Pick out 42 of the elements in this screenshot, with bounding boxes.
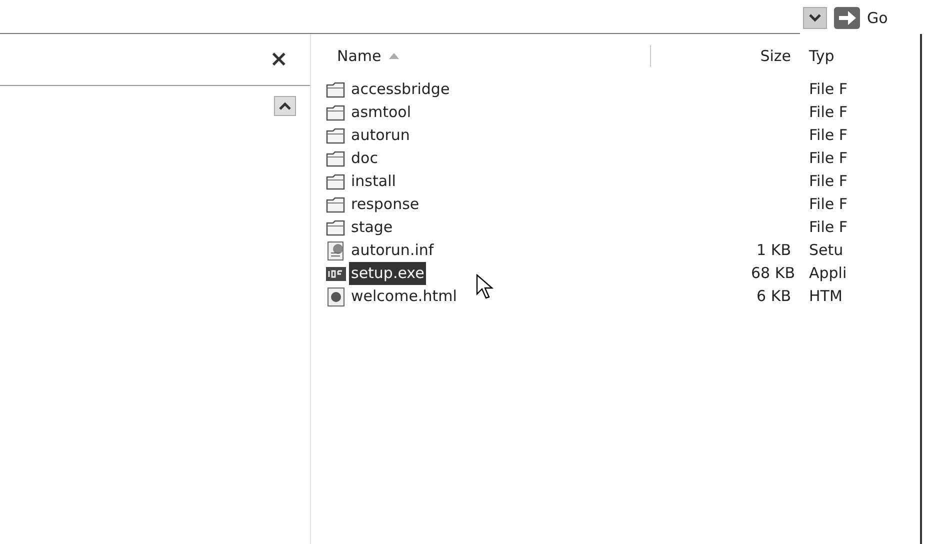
file-name[interactable]: setup.exe: [349, 262, 426, 285]
file-type: File F: [809, 80, 848, 98]
sort-arrow-icon: [389, 53, 400, 59]
scroll-up-button[interactable]: [274, 96, 296, 116]
close-button[interactable]: ×: [268, 48, 290, 70]
mouse-pointer-icon: [476, 274, 494, 300]
column-header[interactable]: Typ: [809, 46, 834, 65]
folder-icon: [325, 126, 347, 146]
folder-icon: [325, 102, 347, 122]
column-header[interactable]: Size: [760, 46, 791, 65]
file-type: File F: [809, 103, 848, 122]
file-name[interactable]: welcome.html: [349, 285, 459, 308]
file-name[interactable]: doc: [349, 147, 380, 170]
file-name[interactable]: stage: [349, 216, 395, 239]
caret-icon: [809, 13, 821, 23]
file-name[interactable]: response: [349, 193, 422, 216]
file-name[interactable]: autorun.inf: [349, 239, 436, 262]
folder-icon: [325, 172, 347, 192]
file-size: 6 KB: [756, 287, 791, 306]
file-type: HTM: [809, 287, 842, 306]
folder-icon: [325, 218, 347, 238]
folder-icon: [325, 194, 347, 214]
folder-icon: [325, 80, 347, 100]
file-name[interactable]: install: [349, 170, 398, 193]
file-type: File F: [809, 172, 848, 190]
file-name[interactable]: accessbridge: [349, 78, 452, 101]
go-label[interactable]: Go: [867, 6, 888, 30]
file-type: File F: [809, 195, 848, 214]
file-type: Appli: [809, 264, 847, 282]
caret-icon: [279, 101, 291, 111]
file-size: 68 KB: [751, 264, 795, 282]
column-header[interactable]: Name: [337, 44, 382, 68]
folder-icon: [325, 148, 347, 168]
file-type: File F: [809, 149, 848, 168]
file-size: 1 KB: [756, 241, 791, 260]
file-type: File F: [809, 126, 848, 144]
web-page-icon: [325, 286, 347, 306]
dropdown-button[interactable]: [803, 7, 827, 29]
file-type: File F: [809, 218, 848, 236]
file-name[interactable]: autorun: [349, 124, 412, 147]
file-type: Setu: [809, 241, 844, 260]
file-name[interactable]: asmtool: [349, 101, 414, 124]
